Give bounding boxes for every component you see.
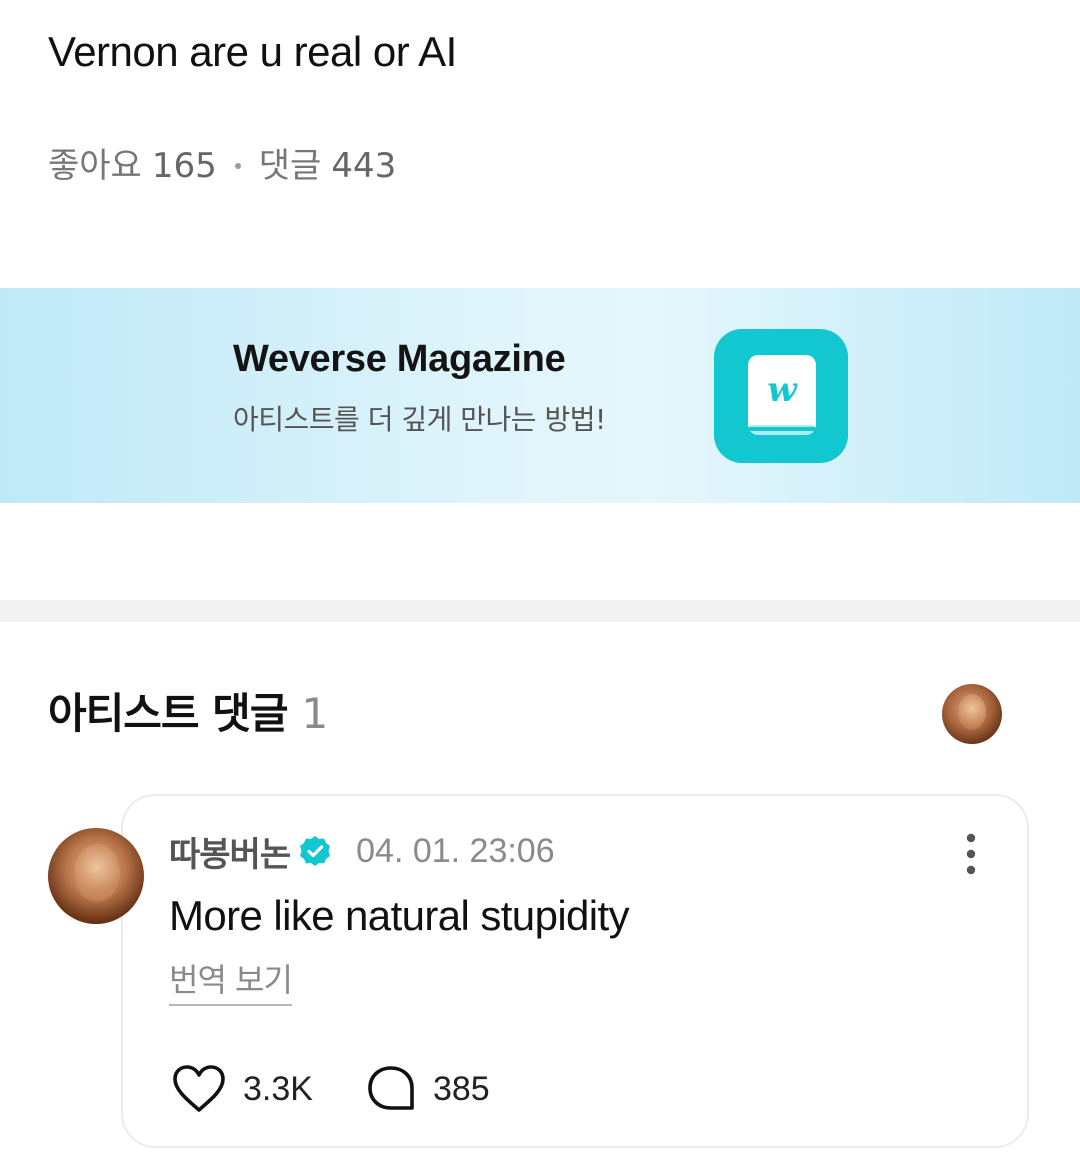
comments-label: 댓글 — [258, 146, 322, 186]
comment-actions: 3.3K 385 — [171, 1064, 490, 1114]
reply-count: 385 — [432, 1069, 490, 1108]
artist-comments-label: 아티스트 댓글 — [48, 689, 288, 738]
comment-timestamp: 04. 01. 23:06 — [356, 831, 555, 870]
post-title: Vernon are u real or AI — [48, 28, 457, 75]
artist-comments-heading: 아티스트 댓글 1 — [48, 686, 328, 742]
like-button[interactable]: 3.3K — [171, 1064, 313, 1114]
weverse-magazine-app-icon: w — [714, 329, 848, 463]
translate-button[interactable]: 번역 보기 — [169, 956, 293, 1006]
section-divider — [0, 600, 1080, 622]
post-stats: 좋아요 165 댓글 443 — [48, 142, 396, 190]
weverse-magazine-banner[interactable]: Weverse Magazine 아티스트를 더 깊게 만나는 방법! w — [0, 288, 1080, 503]
like-count: 3.3K — [243, 1069, 313, 1108]
likes-label: 좋아요 — [48, 146, 142, 186]
artist-comment-card: 따봉버논 04. 01. 23:06 More like natural stu… — [121, 794, 1029, 1148]
artist-avatar-small[interactable] — [942, 684, 1002, 744]
more-vertical-icon[interactable] — [959, 832, 983, 876]
comments-count: 443 — [331, 146, 397, 186]
likes-count: 165 — [151, 146, 217, 186]
avatar-face — [74, 844, 120, 902]
heart-icon — [173, 1065, 225, 1112]
comment-author-avatar[interactable] — [48, 828, 144, 924]
svg-text:w: w — [767, 370, 798, 410]
comment-author-name[interactable]: 따봉버논 — [169, 827, 291, 876]
avatar-face — [958, 694, 986, 730]
comment-author-row: 따봉버논 04. 01. 23:06 — [169, 826, 555, 876]
artist-comments-count: 1 — [301, 689, 328, 738]
verified-badge-icon — [300, 836, 331, 866]
banner-subtitle: 아티스트를 더 깊게 만나는 방법! — [233, 403, 606, 436]
comment-bubble-icon — [368, 1066, 414, 1110]
comment-text: More like natural stupidity — [169, 892, 630, 939]
banner-title: Weverse Magazine — [233, 338, 566, 380]
reply-button[interactable]: 385 — [365, 1064, 490, 1114]
separator-dot — [234, 163, 241, 169]
